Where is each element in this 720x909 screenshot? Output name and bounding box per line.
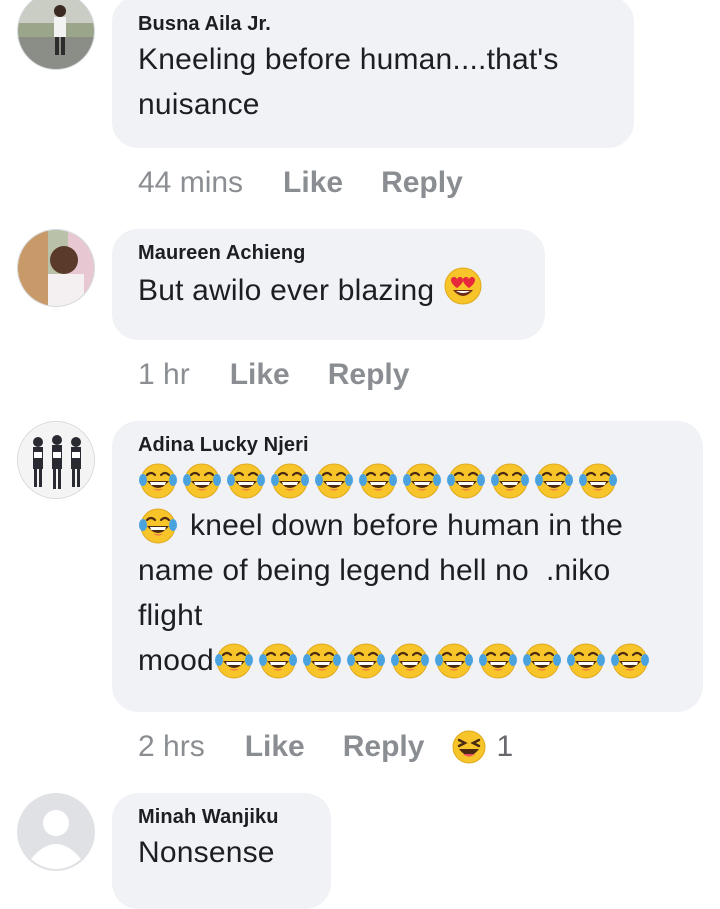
tears-of-joy-emoji — [403, 463, 441, 498]
comment-text-line: mood — [138, 638, 679, 683]
tears-of-joy-emoji — [227, 463, 265, 498]
comment-text-line: kneel down before human in the — [138, 503, 679, 548]
comment-text: But awilo ever blazing — [138, 266, 521, 319]
emoji-row — [214, 641, 654, 681]
comment-text-line5: mood — [138, 644, 214, 677]
tears-of-joy-emoji — [346, 643, 385, 678]
tears-of-joy-emoji — [478, 643, 517, 678]
tears-of-joy-emoji — [434, 643, 473, 678]
tears-of-joy-emoji — [447, 463, 485, 498]
reply-button[interactable]: Reply — [328, 358, 410, 392]
avatar-adina-lucky-njeri[interactable] — [17, 421, 95, 499]
tears-of-joy-emoji — [258, 643, 297, 678]
tears-of-joy-emoji — [214, 643, 253, 678]
comment-text-body: But awilo ever blazing — [138, 274, 435, 307]
comment-text-line4: flight — [138, 599, 203, 632]
timestamp[interactable]: 1 hr — [138, 358, 190, 392]
comment-text-line3: name of being legend hell no .niko — [138, 554, 611, 587]
tears-of-joy-emoji — [522, 643, 561, 678]
comment-text-line2: kneel down before human in the — [190, 509, 623, 542]
reaction-summary[interactable]: 1 — [452, 730, 513, 764]
comment-actions: 44 mins Like Reply — [138, 163, 463, 203]
tears-of-joy-emoji — [535, 463, 573, 498]
like-button[interactable]: Like — [283, 166, 343, 200]
tears-of-joy-emoji — [302, 643, 341, 678]
tears-of-joy-emoji — [566, 643, 605, 678]
like-button[interactable]: Like — [230, 358, 290, 392]
comment-bubble: Busna Aila Jr. Kneeling before human....… — [112, 0, 634, 148]
author-name[interactable]: Adina Lucky Njeri — [138, 432, 679, 458]
avatar-busna-aila[interactable] — [17, 0, 95, 70]
tears-of-joy-emoji — [315, 463, 353, 498]
comment-bubble: Minah Wanjiku Nonsense — [112, 793, 331, 909]
reply-button[interactable]: Reply — [343, 730, 425, 764]
comment-actions: 2 hrs Like Reply 1 — [138, 727, 513, 767]
tears-of-joy-emoji — [139, 508, 177, 543]
tears-of-joy-emoji — [359, 463, 397, 498]
tears-of-joy-emoji — [610, 643, 649, 678]
reply-button[interactable]: Reply — [381, 166, 463, 200]
author-name[interactable]: Minah Wanjiku — [138, 804, 307, 830]
comment-bubble: Maureen Achieng But awilo ever blazing — [112, 229, 545, 340]
comment-actions: 1 hr Like Reply — [138, 355, 409, 395]
emoji-row — [138, 506, 182, 546]
tears-of-joy-emoji — [139, 463, 177, 498]
comment-text: kneel down before human in the name of b… — [138, 458, 679, 683]
timestamp[interactable]: 2 hrs — [138, 730, 205, 764]
tears-of-joy-emoji — [491, 463, 529, 498]
avatar-maureen-achieng[interactable] — [17, 229, 95, 307]
comment-text: Nonsense — [138, 836, 275, 869]
avatar-minah-wanjiku[interactable] — [17, 793, 95, 871]
tears-of-joy-emoji — [271, 463, 309, 498]
laughing-reaction-icon — [452, 730, 486, 764]
timestamp[interactable]: 44 mins — [138, 166, 243, 200]
comment-bubble: Adina Lucky Njeri kneel down before huma… — [112, 421, 703, 712]
author-name[interactable]: Busna Aila Jr. — [138, 11, 610, 37]
like-button[interactable]: Like — [245, 730, 305, 764]
tears-of-joy-emoji — [390, 643, 429, 678]
tears-of-joy-emoji — [183, 463, 221, 498]
reaction-count: 1 — [496, 730, 514, 763]
author-name[interactable]: Maureen Achieng — [138, 240, 521, 266]
comment-text: Kneeling before human....that's nuisance — [138, 43, 559, 121]
heart-eyes-emoji — [443, 266, 483, 319]
tears-of-joy-emoji — [579, 463, 617, 498]
emoji-row — [138, 458, 679, 503]
